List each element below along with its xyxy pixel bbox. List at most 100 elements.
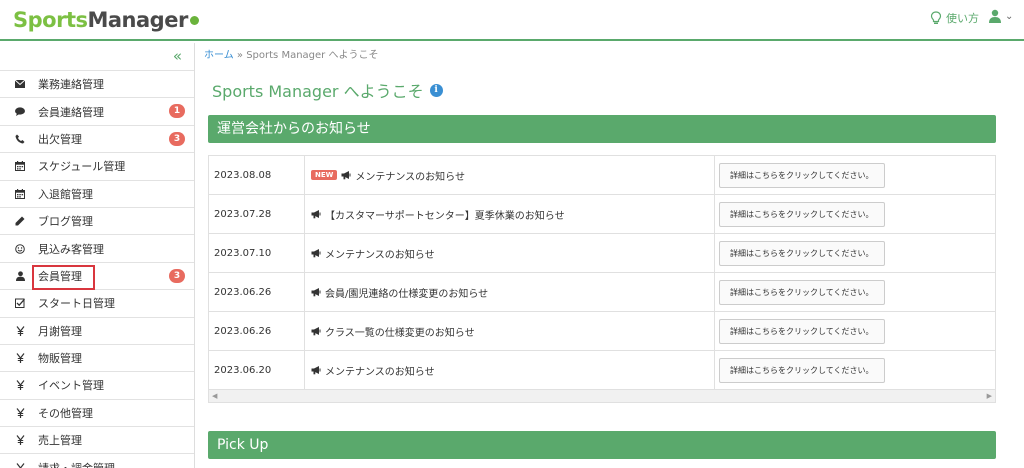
page-title-text: Sports Manager へようこそ	[212, 82, 424, 101]
table-row: 2023.07.10 メンテナンスのお知らせ 詳細はこちらをクリックしてください。	[209, 234, 995, 273]
user-caret-icon: ⌄	[1005, 10, 1014, 22]
news-subject-cell: メンテナンスのお知らせ	[305, 351, 715, 389]
top-bar: SportsManager 使い方 ⌄	[0, 0, 1024, 41]
count-badge: 3	[169, 268, 185, 283]
calendar-icon	[13, 161, 27, 172]
news-subject: メンテナンスのお知らせ	[325, 366, 435, 378]
yen-icon	[13, 325, 27, 336]
news-panel-heading: 運営会社からのお知らせ	[208, 115, 996, 143]
user-icon	[13, 271, 27, 281]
sidebar-item[interactable]: 請求・調金管理	[0, 454, 194, 468]
sidebar-item[interactable]: 月謝管理	[0, 318, 194, 345]
table-row: 2023.06.26 会員/園児連絡の仕様変更のお知らせ 詳細はこちらをクリックして…	[209, 273, 995, 312]
megaphone-icon	[311, 248, 321, 258]
sidebar-item-label: スケジュール管理	[38, 160, 126, 174]
sidebar-item[interactable]: ブログ管理	[0, 208, 194, 236]
sidebar-item[interactable]: 物販管理	[0, 345, 194, 373]
megaphone-icon	[311, 287, 321, 297]
sidebar: « 業務連絡管理 会員連絡管理 1 出欠管理 3 スケジュール管理 入退館管理 ブログ管理 見込…	[0, 43, 195, 468]
logo-sports-text: Sports	[13, 8, 88, 32]
sidebar-item[interactable]: その他管理	[0, 400, 194, 428]
news-action-cell: 詳細はこちらをクリックしてください。	[715, 156, 995, 194]
news-subject: メンテナンスのお知らせ	[355, 171, 465, 183]
news-action-cell: 詳細はこちらをクリックしてください。	[715, 273, 995, 311]
news-table: 2023.08.08 NEW メンテナンスのお知らせ 詳細はこちらをクリックしてくださ…	[208, 155, 996, 403]
speech-bubble-icon	[13, 107, 27, 117]
smiley-icon	[13, 243, 27, 254]
news-date: 2023.08.08	[209, 156, 305, 194]
news-subject-cell: NEW メンテナンスのお知らせ	[305, 156, 715, 194]
yen-icon	[13, 353, 27, 364]
horizontal-scrollbar[interactable]: ◀ ▶	[209, 390, 995, 402]
new-badge: NEW	[311, 170, 338, 180]
detail-button[interactable]: 詳細はこちらをクリックしてください。	[719, 162, 885, 188]
news-subject-cell: 会員/園児連絡の仕様変更のお知らせ	[305, 273, 715, 311]
help-label: 使い方	[946, 12, 979, 25]
news-subject: メンテナンスのお知らせ	[325, 249, 435, 261]
detail-button[interactable]: 詳細はこちらをクリックしてください。	[719, 201, 885, 227]
sidebar-item-label: 請求・調金管理	[38, 460, 115, 468]
user-icon	[989, 9, 1001, 23]
detail-button[interactable]: 詳細はこちらをクリックしてください。	[719, 318, 885, 344]
detail-button[interactable]: 詳細はこちらをクリックしてください。	[719, 240, 885, 266]
news-subject: 会員/園児連絡の仕様変更のお知らせ	[325, 288, 489, 300]
sidebar-item[interactable]: 入退館管理	[0, 181, 194, 208]
logo[interactable]: SportsManager	[13, 8, 199, 32]
sidebar-item-label: スタート日管理	[38, 297, 115, 311]
detail-button[interactable]: 詳細はこちらをクリックしてください。	[719, 279, 885, 305]
sidebar-item-label: 入退館管理	[38, 187, 93, 201]
yen-icon	[13, 408, 27, 418]
detail-button[interactable]: 詳細はこちらをクリックしてください。	[719, 357, 885, 383]
lightbulb-icon	[930, 11, 942, 24]
help-link[interactable]: 使い方	[930, 10, 979, 26]
breadcrumb-home-link[interactable]: ホーム	[204, 50, 234, 61]
pencil-icon	[13, 216, 27, 226]
table-row: 2023.06.20 メンテナンスのお知らせ 詳細はこちらをクリックしてください。	[209, 351, 995, 390]
user-menu[interactable]: ⌄	[988, 9, 1013, 23]
pickup-panel-heading: Pick Up	[208, 431, 996, 459]
sidebar-item[interactable]: スタート日管理	[0, 290, 194, 318]
yen-icon	[13, 380, 27, 391]
news-date: 2023.06.26	[209, 273, 305, 311]
sidebar-item-label: 出欠管理	[38, 132, 82, 146]
megaphone-icon	[341, 170, 351, 180]
sidebar-item-label: ブログ管理	[38, 215, 93, 229]
news-subject-cell: クラス一覧の仕様変更のお知らせ	[305, 312, 715, 350]
check-square-icon	[13, 298, 27, 309]
sidebar-item[interactable]: 業務連絡管理	[0, 71, 194, 99]
scroll-left-icon[interactable]: ◀	[212, 392, 217, 400]
sidebar-item[interactable]: 会員連絡管理 1	[0, 98, 194, 126]
news-date: 2023.06.26	[209, 312, 305, 350]
sidebar-item-label: イベント管理	[38, 379, 104, 393]
table-row: 2023.08.08 NEW メンテナンスのお知らせ 詳細はこちらをクリックしてくださ…	[209, 156, 995, 195]
page-title: Sports Manager へようこそ i	[212, 78, 443, 102]
news-subject: クラス一覧の仕様変更のお知らせ	[325, 327, 475, 339]
news-action-cell: 詳細はこちらをクリックしてください。	[715, 195, 995, 233]
sidebar-item[interactable]: 会員管理 3	[0, 263, 194, 291]
news-subject: 【カスタマーサポートセンター】夏季休業のお知らせ	[325, 210, 565, 222]
news-date: 2023.07.28	[209, 195, 305, 233]
logo-ball-icon	[189, 16, 199, 25]
sidebar-item[interactable]: 見込み客管理	[0, 235, 194, 263]
megaphone-icon	[311, 209, 321, 219]
news-subject-cell: 【カスタマーサポートセンター】夏季休業のお知らせ	[305, 195, 715, 233]
sidebar-item-label: その他管理	[38, 406, 93, 420]
phone-icon	[13, 134, 27, 144]
megaphone-icon	[311, 365, 321, 375]
sidebar-collapse-button[interactable]: «	[0, 43, 194, 71]
news-date: 2023.07.10	[209, 234, 305, 272]
sidebar-item[interactable]: 売上管理	[0, 427, 194, 455]
sidebar-item[interactable]: 出欠管理 3	[0, 126, 194, 154]
sidebar-item-label: 見込み客管理	[38, 242, 104, 256]
news-subject-cell: メンテナンスのお知らせ	[305, 234, 715, 272]
main-content: ホーム » Sports Manager へようこそ Sports Manage…	[196, 43, 1024, 468]
sidebar-item[interactable]: イベント管理	[0, 372, 194, 400]
news-action-cell: 詳細はこちらをクリックしてください。	[715, 234, 995, 272]
news-action-cell: 詳細はこちらをクリックしてください。	[715, 351, 995, 389]
sidebar-item-label: 売上管理	[38, 434, 82, 448]
info-icon[interactable]: i	[429, 83, 443, 97]
scroll-right-icon[interactable]: ▶	[987, 392, 992, 400]
envelope-icon	[13, 80, 27, 89]
yen-icon	[13, 462, 27, 468]
sidebar-item[interactable]: スケジュール管理	[0, 153, 194, 181]
